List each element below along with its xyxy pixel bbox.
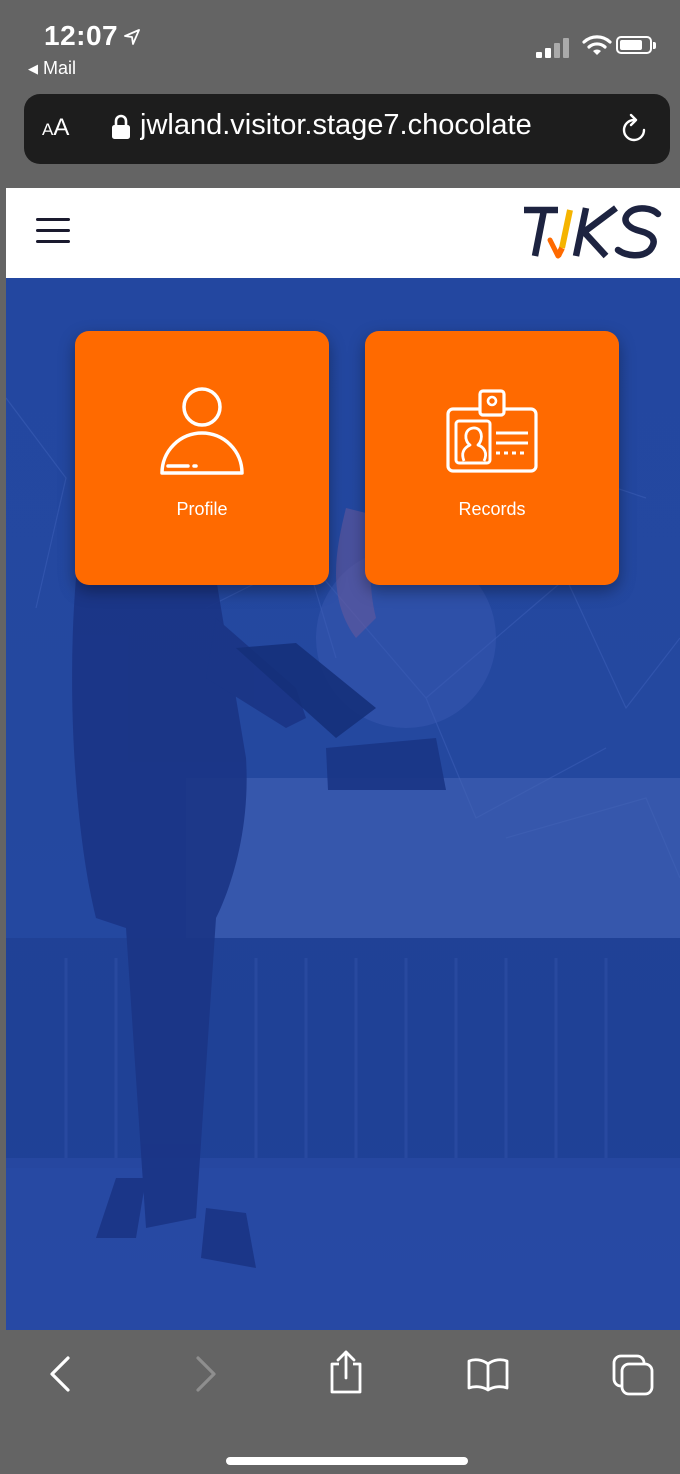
menu-icon[interactable] — [36, 218, 70, 244]
person-icon — [152, 381, 252, 481]
profile-tile[interactable]: Profile — [75, 331, 329, 585]
site-header — [6, 188, 680, 278]
forward-icon[interactable] — [190, 1354, 220, 1399]
location-arrow-icon — [124, 28, 141, 51]
logo[interactable] — [518, 198, 668, 264]
back-to-mail-link[interactable]: ◀ Mail — [28, 58, 76, 79]
battery-icon — [616, 36, 656, 54]
hero-section: Profile Records — [6, 278, 680, 1330]
bookmarks-icon[interactable] — [466, 1356, 510, 1397]
tabs-icon[interactable] — [610, 1352, 656, 1403]
text-size-button[interactable]: AA — [42, 114, 69, 142]
records-tile[interactable]: Records — [365, 331, 619, 585]
cellular-signal-icon — [536, 36, 576, 58]
back-icon[interactable] — [46, 1354, 76, 1399]
profile-tile-label: Profile — [176, 499, 228, 519]
home-indicator[interactable] — [226, 1457, 468, 1465]
back-triangle-icon: ◀ — [28, 61, 38, 76]
browser-toolbar — [0, 1330, 680, 1474]
id-card-icon — [442, 381, 542, 481]
lock-icon — [112, 114, 130, 140]
records-tile-label: Records — [458, 499, 526, 519]
status-bar: 12:07 ◀ Mail — [0, 0, 680, 88]
share-icon[interactable] — [326, 1348, 366, 1401]
back-to-mail-label: Mail — [43, 58, 77, 78]
wifi-icon — [582, 33, 612, 62]
url-text[interactable]: jwland.visitor.stage7.chocolate — [140, 109, 610, 149]
status-time: 12:07 — [44, 20, 141, 52]
reload-icon[interactable] — [620, 112, 650, 149]
address-bar[interactable]: AA jwland.visitor.stage7.chocolate — [24, 94, 670, 164]
